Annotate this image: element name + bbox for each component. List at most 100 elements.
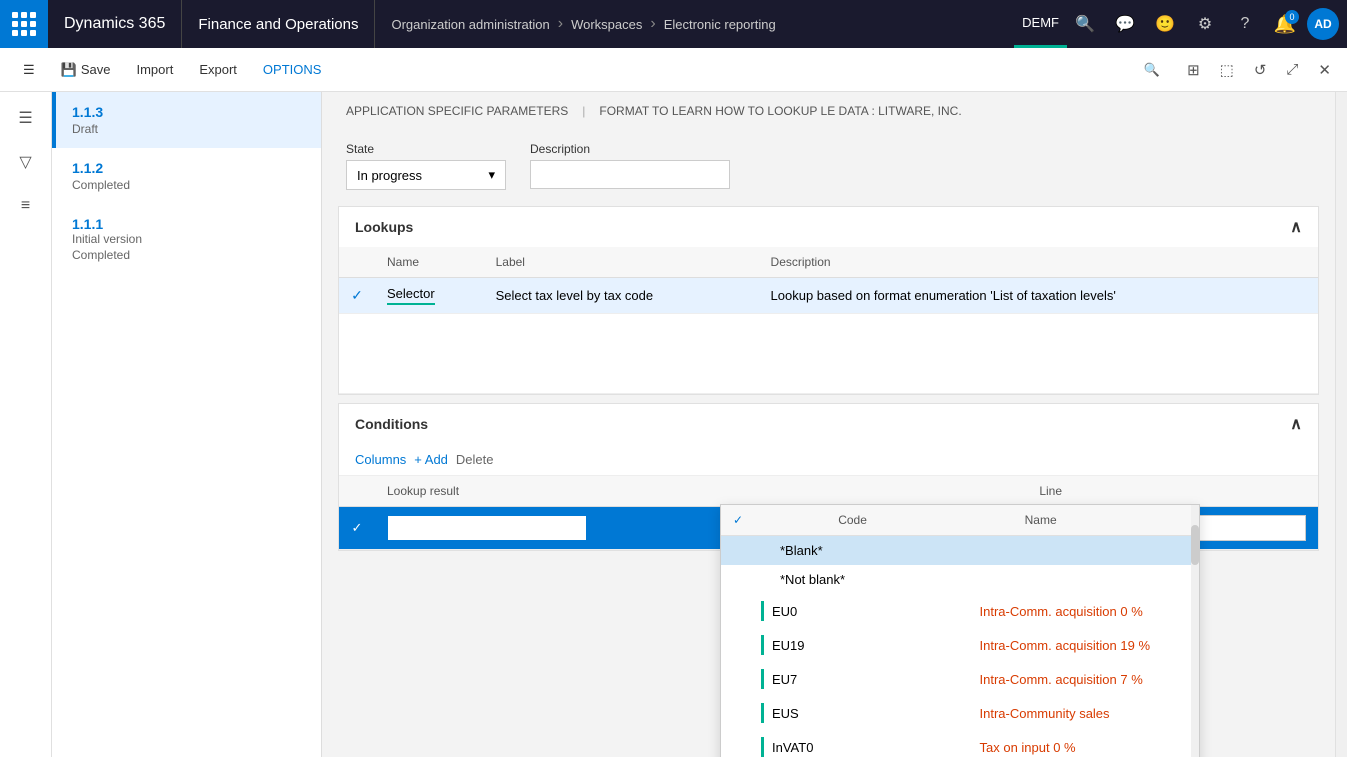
right-scrollbar[interactable] xyxy=(1335,92,1347,757)
dropdown-item-5[interactable]: EUSIntra-Community sales xyxy=(721,696,1199,730)
dropdown-item-code-4: EU7 xyxy=(772,672,980,687)
version-number-1: 1.1.3 xyxy=(72,104,305,120)
search-nav-button[interactable]: 🔍 xyxy=(1067,6,1103,42)
apps-grid-icon xyxy=(12,12,36,36)
sidebar-filter-icon[interactable]: ▽ xyxy=(8,144,44,180)
lookups-header[interactable]: Lookups ∧ xyxy=(339,207,1318,247)
save-label: Save xyxy=(81,62,111,77)
code-dropdown-overlay: ✓ Code Name *Blank* *Not blank* EU0Intra-C… xyxy=(720,504,1200,757)
dropdown-item-code-5: EUS xyxy=(772,706,980,721)
settings-button[interactable]: ⚙ xyxy=(1187,6,1223,42)
toolbar-search-button[interactable]: 🔍 xyxy=(1133,55,1171,85)
comment-button[interactable]: 💬 xyxy=(1107,6,1143,42)
close-icon[interactable]: ✕ xyxy=(1314,57,1335,83)
breadcrumb-item-2[interactable]: Workspaces xyxy=(571,17,642,32)
save-icon: 💾 xyxy=(61,62,77,78)
description-field: Description xyxy=(530,142,730,189)
cond-check-icon: ✓ xyxy=(352,520,363,535)
form-row: State In progress ▾ Description xyxy=(346,142,1311,190)
sidebar-list-icon[interactable]: ≡ xyxy=(8,188,44,224)
dropdown-item-2[interactable]: EU0Intra-Comm. acquisition 0 % xyxy=(721,594,1199,628)
brand-name: Dynamics 365 xyxy=(48,0,182,48)
lookup-row-1-label: Select tax level by tax code xyxy=(484,278,759,314)
emoji-button[interactable]: 🙂 xyxy=(1147,6,1183,42)
conditions-header[interactable]: Conditions ∧ xyxy=(339,404,1318,444)
version-item-2[interactable]: 1.1.2 Completed xyxy=(52,148,321,204)
environment-badge: DEMF xyxy=(1014,0,1067,48)
top-navigation: Dynamics 365 Finance and Operations Orga… xyxy=(0,0,1347,48)
dropdown-item-bar-2 xyxy=(761,601,764,621)
dropdown-item-code-1: *Not blank* xyxy=(780,572,984,587)
delete-button[interactable]: Delete xyxy=(456,452,494,467)
office-icon[interactable]: ⬚ xyxy=(1216,57,1238,83)
dropdown-col-name: Name xyxy=(1013,505,1199,535)
content-bc-sep: | xyxy=(582,104,585,118)
version-item-3[interactable]: 1.1.1 Initial version Completed xyxy=(52,204,321,274)
state-select[interactable]: In progress ▾ xyxy=(346,160,506,190)
dropdown-item-4[interactable]: EU7Intra-Comm. acquisition 7 % xyxy=(721,662,1199,696)
conditions-toolbar: Columns + Add Delete xyxy=(339,444,1318,476)
breadcrumb-item-3[interactable]: Electronic reporting xyxy=(664,17,776,32)
user-avatar[interactable]: AD xyxy=(1307,8,1339,40)
content-area: APPLICATION SPECIFIC PARAMETERS | FORMAT… xyxy=(322,92,1335,757)
dropdown-header: ✓ Code Name xyxy=(721,505,1199,536)
description-input[interactable] xyxy=(530,160,730,189)
columns-button[interactable]: Columns xyxy=(355,452,406,467)
dropdown-item-value-3: Intra-Comm. acquisition 19 % xyxy=(980,638,1188,653)
save-button[interactable]: 💾 Save xyxy=(50,55,122,85)
version-status-2: Completed xyxy=(72,178,305,192)
version-item-1[interactable]: 1.1.3 Draft xyxy=(52,92,321,148)
notifications-button[interactable]: 🔔 0 xyxy=(1267,6,1303,42)
lookups-section-wrapper: Lookups ∧ Name Label Description xyxy=(338,206,1319,395)
help-button[interactable]: ? xyxy=(1227,6,1263,42)
dropdown-item-code-0: *Blank* xyxy=(780,543,984,558)
lookup-row-1[interactable]: ✓ Selector Select tax level by tax code … xyxy=(339,278,1318,314)
cond-col-result: Lookup result xyxy=(375,476,990,507)
lookup-result-value: Regular taxation xyxy=(396,521,491,536)
hamburger-menu-button[interactable]: ☰ xyxy=(12,55,46,85)
content-breadcrumb: APPLICATION SPECIFIC PARAMETERS | FORMAT… xyxy=(322,92,1335,130)
export-button[interactable]: Export xyxy=(188,55,248,84)
refresh-icon[interactable]: ↺ xyxy=(1250,57,1271,83)
dropdown-item-0[interactable]: *Blank* xyxy=(721,536,1199,565)
settings2-icon[interactable]: ⊞ xyxy=(1183,57,1204,83)
apps-menu-button[interactable] xyxy=(0,0,48,48)
dropdown-item-6[interactable]: InVAT0Tax on input 0 % xyxy=(721,730,1199,757)
dropdown-col-check: ✓ xyxy=(721,505,826,535)
lookups-section: Lookups ∧ Name Label Description xyxy=(338,206,1319,395)
content-bc-part2: FORMAT TO LEARN HOW TO LOOKUP LE DATA : … xyxy=(599,104,961,118)
dropdown-item-3[interactable]: EU19Intra-Comm. acquisition 19 % xyxy=(721,628,1199,662)
lookups-collapse-icon: ∧ xyxy=(1290,217,1302,237)
cond-col-line: Line xyxy=(990,476,1074,507)
dropdown-item-bar-5 xyxy=(761,703,764,723)
lookups-title: Lookups xyxy=(355,219,413,235)
dropdown-item-value-5: Intra-Community sales xyxy=(980,706,1188,721)
lookup-result-select[interactable]: Regular taxation ▾ xyxy=(387,515,587,541)
import-button[interactable]: Import xyxy=(125,55,184,84)
expand-icon[interactable]: ⤢ xyxy=(1282,57,1302,82)
dropdown-item-value-2: Intra-Comm. acquisition 0 % xyxy=(980,604,1188,619)
conditions-collapse-icon: ∧ xyxy=(1290,414,1302,434)
dropdown-check-icon: ✓ xyxy=(733,513,743,527)
description-label: Description xyxy=(530,142,730,156)
sidebar-nav-icon[interactable]: ☰ xyxy=(8,100,44,136)
dropdown-item-code-6: InVAT0 xyxy=(772,740,980,755)
lookups-col-name: Name xyxy=(375,247,484,278)
state-select-value: In progress xyxy=(357,168,422,183)
lookup-row-1-name: Selector xyxy=(375,278,484,314)
dropdown-item-bar-3 xyxy=(761,635,764,655)
breadcrumb-item-1[interactable]: Organization administration xyxy=(391,17,549,32)
conditions-title: Conditions xyxy=(355,416,428,432)
dropdown-item-bar-6 xyxy=(761,737,764,757)
dropdown-item-value-4: Intra-Comm. acquisition 7 % xyxy=(980,672,1188,687)
options-button[interactable]: OPTIONS xyxy=(252,55,333,84)
version-number-2: 1.1.2 xyxy=(72,160,305,176)
lookups-content: Name Label Description ✓ xyxy=(339,247,1318,394)
export-label: Export xyxy=(199,62,237,77)
dropdown-scrollbar[interactable] xyxy=(1191,505,1199,757)
top-nav-right: 🔍 💬 🙂 ⚙ ? 🔔 0 AD xyxy=(1067,6,1347,42)
version-list: 1.1.3 Draft 1.1.2 Completed 1.1.1 Initia… xyxy=(52,92,322,757)
action-toolbar: ☰ 💾 Save Import Export OPTIONS 🔍 ⊞ ⬚ ↺ ⤢… xyxy=(0,48,1347,92)
add-button[interactable]: + Add xyxy=(414,452,448,467)
dropdown-item-1[interactable]: *Not blank* xyxy=(721,565,1199,594)
